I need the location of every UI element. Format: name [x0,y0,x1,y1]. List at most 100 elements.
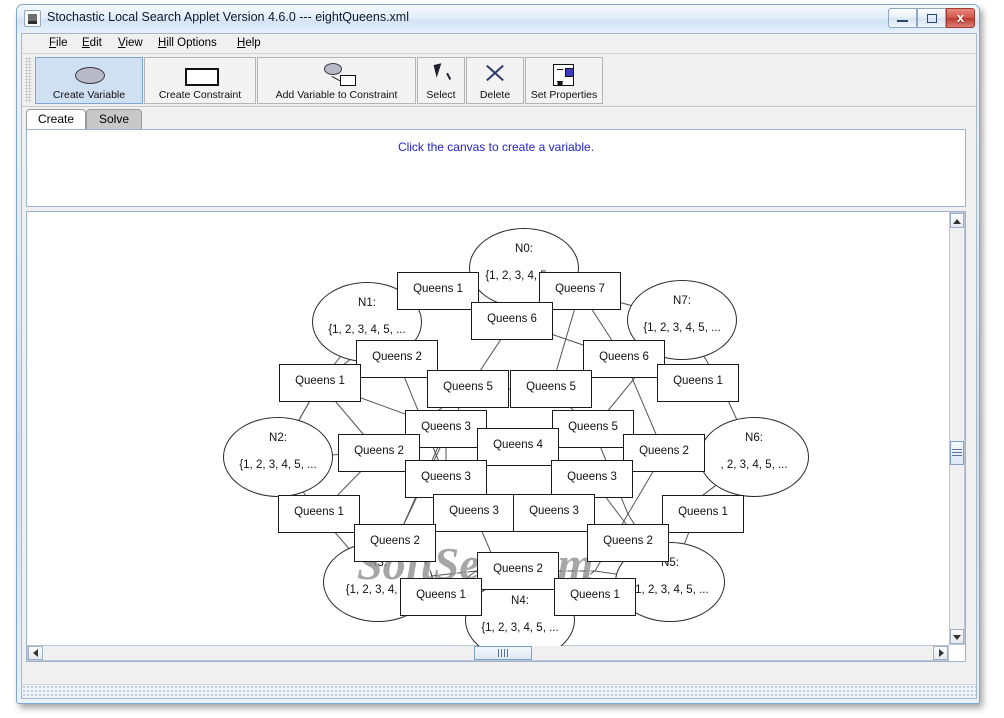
variable-node-n6[interactable]: N6: , 2, 3, 4, 5, ... [699,417,809,497]
constraint-box-label: Queens 4 [493,439,543,451]
variable-node-label: N2: [269,432,287,445]
variable-node-n2[interactable]: N2: {1, 2, 3, 4, 5, ... [223,417,333,497]
close-icon: x [956,10,965,25]
vertical-scrollbar[interactable] [949,212,965,645]
minimize-button[interactable] [888,8,917,28]
scroll-up-arrow-icon[interactable] [950,213,964,228]
constraint-box[interactable]: Queens 2 [587,524,669,562]
vertical-scrollbar-thumb[interactable] [950,441,964,465]
constraint-box[interactable]: Queens 6 [471,302,553,340]
constraint-box-label: Queens 1 [416,589,466,601]
constraint-box[interactable]: Queens 1 [397,272,479,310]
variable-node-label: N7: [673,295,691,308]
window-title: Stochastic Local Search Applet Version 4… [47,10,409,24]
toolbar-grip[interactable] [25,57,32,103]
instruction-panel: Click the canvas to create a variable. [26,129,966,207]
constraint-box-label: Queens 2 [354,445,404,457]
toolbar-button-label: Create Constraint [158,89,242,101]
constraint-box[interactable]: Queens 6 [583,340,665,378]
constraint-box-label: Queens 1 [413,283,463,295]
constraint-box-label: Queens 3 [421,471,471,483]
x-cross-icon [467,62,523,86]
variable-node-label: N0: [515,243,533,256]
menu-item-view[interactable]: View [115,37,146,49]
menu-item-edit[interactable]: Edit [79,37,105,49]
constraint-box[interactable]: Queens 1 [657,364,739,402]
variable-node-domain: {1, 2, 3, 4, 5, ... [239,458,317,471]
horizontal-scrollbar[interactable] [27,645,949,661]
variable-node-domain: {1, 2, 3, 4, 5, ... [643,321,721,334]
constraint-box-label: Queens 2 [370,535,420,547]
tab-solve[interactable]: Solve [86,109,142,129]
constraint-box[interactable]: Queens 1 [278,495,360,533]
constraint-box[interactable]: Queens 1 [400,578,482,616]
toolbar-button-label: Add Variable to Constraint [275,89,398,101]
maximize-button[interactable] [917,8,946,28]
scroll-down-arrow-icon[interactable] [950,629,964,644]
constraint-box-label: Queens 3 [529,505,579,517]
select-button[interactable]: Select [417,57,465,104]
constraint-box[interactable]: Queens 3 [405,460,487,498]
constraint-box[interactable]: Queens 5 [427,370,509,408]
constraint-box-label: Queens 6 [599,351,649,363]
title-bar[interactable]: Stochastic Local Search Applet Version 4… [17,5,979,33]
pointer-icon [418,62,464,86]
set-properties-button[interactable]: Set Properties [525,57,603,104]
menu-bar: File Edit View Hill Options Help [22,34,976,54]
constraint-box[interactable]: Queens 4 [477,428,559,466]
constraint-box[interactable]: Queens 3 [551,460,633,498]
status-strip [22,684,976,698]
delete-button[interactable]: Delete [466,57,524,104]
canvas-scroll-pane[interactable]: SoftSea.com N0: {1, 2, 3, 4, 5, ... N1: {1,… [26,211,966,662]
horizontal-scrollbar-thumb[interactable] [474,646,532,660]
menu-item-file[interactable]: File [46,37,71,49]
rectangle-icon [145,62,255,86]
create-constraint-button[interactable]: Create Constraint [144,57,256,104]
constraint-box[interactable]: Queens 1 [279,364,361,402]
create-variable-button[interactable]: Create Variable [35,57,143,104]
menu-item-hill-options[interactable]: Hill Options [155,37,220,49]
constraint-box[interactable]: Queens 2 [477,552,559,590]
add-variable-to-constraint-button[interactable]: Add Variable to Constraint [257,57,416,104]
constraint-box[interactable]: Queens 2 [354,524,436,562]
scroll-right-arrow-icon[interactable] [933,646,948,660]
constraint-box[interactable]: Queens 2 [356,340,438,378]
tab-create[interactable]: Create [26,109,86,129]
toolbar-button-label: Set Properties [530,89,598,101]
constraint-box[interactable]: Queens 2 [623,434,705,472]
variable-node-domain: , 2, 3, 4, 5, ... [720,458,788,471]
constraint-box[interactable]: Queens 1 [662,495,744,533]
tab-strip: Create Solve [22,107,976,129]
constraint-box-label: Queens 1 [673,375,723,387]
java-coffee-cup-icon [24,10,41,27]
constraint-box-label: Queens 2 [372,351,422,363]
constraint-box-label: Queens 5 [568,421,618,433]
constraint-box[interactable]: Queens 5 [510,370,592,408]
variable-node-domain: {1, 2, 3, 4, 5, ... [481,621,559,634]
graph-canvas[interactable]: SoftSea.com N0: {1, 2, 3, 4, 5, ... N1: {1,… [27,212,950,646]
menu-item-help[interactable]: Help [234,37,264,49]
constraint-box-label: Queens 3 [567,471,617,483]
constraint-box[interactable]: Queens 3 [513,494,595,532]
constraint-box[interactable]: Queens 1 [554,578,636,616]
constraint-box-label: Queens 5 [526,381,576,393]
client-area: File Edit View Hill Options Help Create Vari… [21,33,977,699]
scroll-left-arrow-icon[interactable] [28,646,43,660]
constraint-box-label: Queens 2 [603,535,653,547]
constraint-box-label: Queens 3 [449,505,499,517]
constraint-box-label: Queens 5 [443,381,493,393]
constraint-box[interactable]: Queens 3 [433,494,515,532]
link-nodes-icon [258,62,415,86]
constraint-box[interactable]: Queens 5 [552,410,634,448]
constraint-box-label: Queens 1 [294,506,344,518]
constraint-box-label: Queens 1 [678,506,728,518]
constraint-box-label: Queens 1 [570,589,620,601]
ellipse-icon [36,62,142,86]
variable-node-domain: {1, 2, 3, 4, 5, ... [328,323,406,336]
constraint-box-label: Queens 2 [493,563,543,575]
toolbar-button-label: Create Variable [52,89,126,101]
variable-node-label: N6: [745,432,763,445]
close-button[interactable]: x [946,8,975,28]
constraint-box-label: Queens 1 [295,375,345,387]
toolbar-button-label: Delete [479,89,511,101]
